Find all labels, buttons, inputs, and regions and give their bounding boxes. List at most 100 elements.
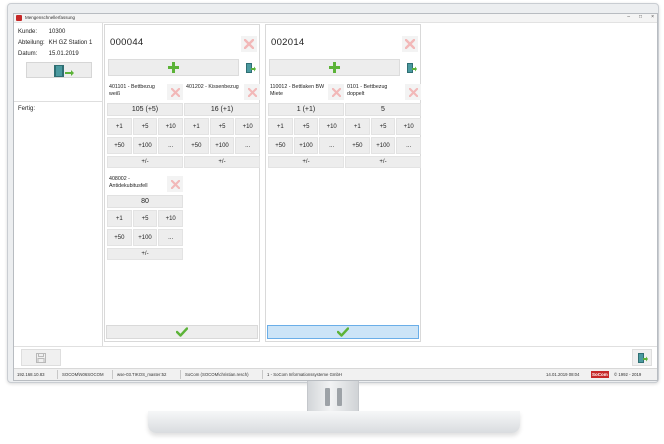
increment-1-button[interactable]: +1 (184, 118, 209, 135)
item-count: 5 (345, 103, 421, 116)
status-domain: SOCOM\N06SOCOM (62, 372, 104, 377)
increment-10-button[interactable]: +10 (158, 210, 183, 227)
status-ip: 192.168.10.83 (17, 372, 45, 377)
datum-value: 15.01.2019 (48, 51, 79, 57)
increment-5-button[interactable]: +5 (132, 118, 158, 135)
exit-application-button[interactable] (632, 349, 652, 366)
window-controls: – □ × (627, 14, 654, 20)
status-divider (112, 370, 113, 379)
item-name: 401101 - Bettbezug weiß (109, 84, 155, 97)
title-bar: Mengenschnellerfassung – □ × (14, 14, 657, 23)
custom-amount-button[interactable]: ... (158, 229, 183, 246)
increment-5-button[interactable]: +5 (132, 210, 158, 227)
increment-grid: +1 +5 +10 +50 +100 ... (268, 118, 344, 154)
increment-50-button[interactable]: +50 (107, 137, 132, 154)
plus-minus-toggle[interactable]: +/- (268, 156, 344, 168)
close-x-icon (244, 39, 254, 49)
delete-order-button[interactable] (241, 36, 257, 52)
close-x-icon (170, 87, 180, 97)
customer-info-panel: Kunde: 10300 Abteilung: KH GZ Station 1 … (14, 23, 103, 346)
delete-item-button[interactable] (167, 84, 183, 100)
status-divider (180, 370, 181, 379)
increment-5-button[interactable]: +5 (209, 118, 235, 135)
increment-50-button[interactable]: +50 (107, 229, 132, 246)
item-name: 408002 - Antidekubitusfell (109, 176, 148, 189)
item-count: 1 (+1) (268, 103, 344, 116)
maximize-button[interactable]: □ (639, 14, 642, 20)
item-card: 401101 - Bettbezug weiß 105 (+5) +1 +5 +… (107, 82, 183, 172)
plus-minus-toggle[interactable]: +/- (107, 248, 183, 260)
close-order-button[interactable] (402, 59, 419, 76)
monitor-stand-neck (307, 381, 359, 413)
increment-grid: +1 +5 +10 +50 +100 ... (107, 210, 183, 246)
increment-50-button[interactable]: +50 (184, 137, 209, 154)
increment-grid: +1 +5 +10 +50 +100 ... (184, 118, 260, 154)
increment-5-button[interactable]: +5 (293, 118, 319, 135)
item-name: 0101 - Bettbezug doppelt (347, 84, 388, 97)
custom-amount-button[interactable]: ... (158, 137, 183, 154)
delete-item-button[interactable] (328, 84, 344, 100)
delete-item-button[interactable] (405, 84, 421, 100)
close-x-icon (247, 87, 257, 97)
increment-10-button[interactable]: +10 (158, 118, 183, 135)
exit-customer-button[interactable] (26, 62, 92, 78)
item-card: 401202 - Kissenbezug 16 (+1) +1 +5 +10 +… (184, 82, 260, 172)
custom-amount-button[interactable]: ... (319, 137, 344, 154)
plus-minus-toggle[interactable]: +/- (107, 156, 183, 168)
delete-item-button[interactable] (167, 176, 183, 192)
status-copyright: © 1992 - 2019 (614, 372, 642, 377)
item-count: 80 (107, 195, 183, 208)
close-button[interactable]: × (651, 14, 654, 20)
confirm-order-button[interactable] (267, 325, 419, 339)
item-card: 0101 - Bettbezug doppelt 5 +1 +5 +10 +50… (345, 82, 421, 172)
item-card: 110012 - Bettlaken BW Miete 1 (+1) +1 +5… (268, 82, 344, 172)
save-button[interactable] (21, 349, 61, 366)
custom-amount-button[interactable]: ... (396, 137, 421, 154)
stand-slot (325, 388, 330, 406)
abteilung-label: Abteilung: (18, 40, 45, 46)
increment-100-button[interactable]: +100 (132, 229, 158, 246)
plus-minus-toggle[interactable]: +/- (184, 156, 260, 168)
kunde-label: Kunde: (18, 29, 38, 35)
increment-100-button[interactable]: +100 (132, 137, 158, 154)
delete-order-button[interactable] (402, 36, 418, 52)
door-exit-icon (638, 352, 648, 363)
increment-50-button[interactable]: +50 (345, 137, 370, 154)
window-title: Mengenschnellerfassung (25, 15, 76, 20)
increment-5-button[interactable]: +5 (370, 118, 396, 135)
floppy-disk-icon (36, 352, 46, 363)
increment-10-button[interactable]: +10 (319, 118, 344, 135)
increment-100-button[interactable]: +100 (370, 137, 396, 154)
order-number: 000044 (110, 37, 144, 48)
close-x-icon (408, 87, 418, 97)
delete-item-button[interactable] (244, 84, 260, 100)
plus-icon (329, 62, 340, 73)
increment-1-button[interactable]: +1 (107, 210, 132, 227)
close-x-icon (331, 87, 341, 97)
confirm-order-button[interactable] (106, 325, 258, 339)
status-company: 1 - SoCom Informationssysteme GmbH (267, 372, 342, 377)
minimize-button[interactable]: – (627, 14, 630, 20)
abteilung-value: KH GZ Station 1 (48, 40, 93, 46)
status-bar: 192.168.10.83 SOCOM\N06SOCOM wse-03.TIKO… (14, 368, 657, 380)
order-column-000044: 000044 401101 - Bettbezug weiß 105 (+5) … (104, 24, 260, 342)
stand-slot (337, 388, 342, 406)
item-name: 110012 - Bettlaken BW Miete (270, 84, 325, 97)
increment-50-button[interactable]: +50 (268, 137, 293, 154)
increment-10-button[interactable]: +10 (396, 118, 421, 135)
increment-100-button[interactable]: +100 (209, 137, 235, 154)
item-card: 408002 - Antidekubitusfell 80 +1 +5 +10 … (107, 174, 183, 264)
increment-100-button[interactable]: +100 (293, 137, 319, 154)
item-count: 16 (+1) (184, 103, 260, 116)
increment-1-button[interactable]: +1 (268, 118, 293, 135)
increment-1-button[interactable]: +1 (107, 118, 132, 135)
add-item-button[interactable] (269, 59, 400, 76)
close-order-button[interactable] (241, 59, 258, 76)
plus-minus-toggle[interactable]: +/- (345, 156, 421, 168)
close-x-icon (170, 179, 180, 189)
increment-10-button[interactable]: +10 (235, 118, 260, 135)
custom-amount-button[interactable]: ... (235, 137, 260, 154)
increment-grid: +1 +5 +10 +50 +100 ... (345, 118, 421, 154)
increment-1-button[interactable]: +1 (345, 118, 370, 135)
add-item-button[interactable] (108, 59, 239, 76)
